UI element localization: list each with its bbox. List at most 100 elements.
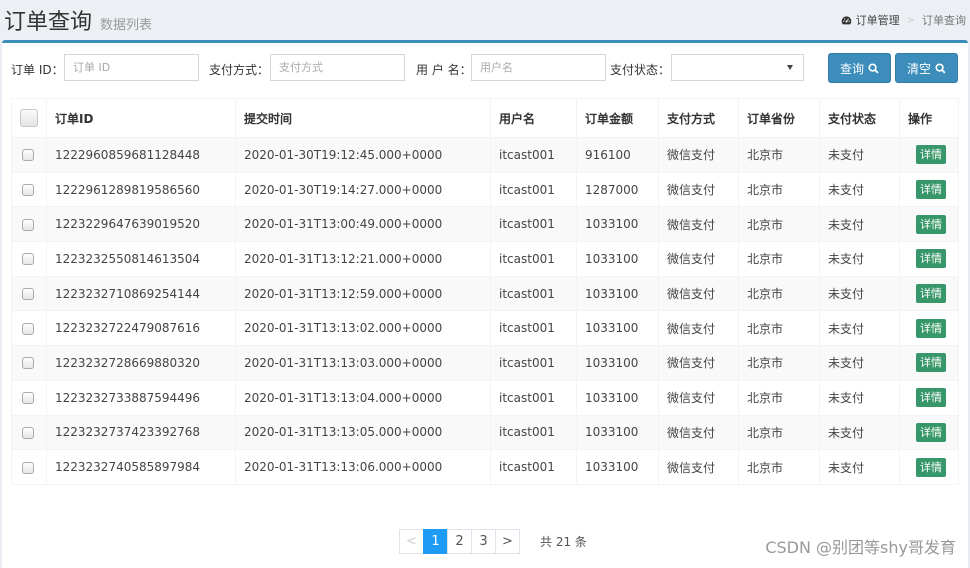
- detail-button[interactable]: 详情: [916, 145, 946, 165]
- row-checkbox[interactable]: [22, 461, 34, 474]
- column-header-order-id[interactable]: 订单ID: [46, 98, 236, 138]
- select-all-checkbox[interactable]: [20, 109, 38, 127]
- table-row[interactable]: 1223232733887594496 2020-01-31T13:13:04.0…: [11, 379, 959, 416]
- row-select-cell: [11, 414, 47, 451]
- actions-cell: 详情: [899, 275, 959, 312]
- amount-cell: 1033100: [576, 379, 659, 416]
- detail-button[interactable]: 详情: [916, 318, 946, 338]
- pay-status-cell: 未支付: [819, 275, 900, 312]
- amount-cell: 1033100: [576, 241, 659, 277]
- dashboard-icon: [841, 15, 851, 24]
- province-cell: 北京市: [738, 275, 820, 312]
- pagination: < 1 2 3 > 共 21 条: [399, 529, 587, 554]
- column-header-pay-method[interactable]: 支付方式: [658, 98, 739, 138]
- detail-button[interactable]: 详情: [916, 388, 946, 408]
- column-header-submit-time[interactable]: 提交时间: [235, 98, 491, 138]
- table-row[interactable]: 1223232737423392768 2020-01-31T13:13:05.0…: [11, 414, 959, 451]
- pay-status-cell: 未支付: [819, 310, 900, 347]
- province-cell: 北京市: [738, 414, 820, 451]
- province-cell: 北京市: [738, 206, 820, 243]
- select-all-cell: [11, 98, 47, 138]
- column-header-username[interactable]: 用户名: [490, 98, 577, 138]
- search-button-label: 查询: [839, 61, 864, 76]
- breadcrumb-order-query: 订单查询: [922, 14, 966, 27]
- actions-cell: 详情: [899, 379, 959, 416]
- table-row[interactable]: 1223232722479087616 2020-01-31T13:13:02.0…: [11, 310, 959, 347]
- amount-cell: 1033100: [576, 310, 659, 347]
- pagination-page-2[interactable]: 2: [447, 529, 472, 554]
- detail-button[interactable]: 详情: [916, 249, 946, 269]
- pagination-prev[interactable]: <: [399, 529, 424, 554]
- pagination-total: 共 21 条: [540, 535, 587, 549]
- province-cell: 北京市: [738, 241, 820, 277]
- actions-cell: 详情: [899, 137, 959, 173]
- province-cell: 北京市: [738, 379, 820, 416]
- pay-method-cell: 微信支付: [658, 275, 739, 312]
- clear-button-label: 清空: [906, 61, 931, 76]
- pay-method-cell: 微信支付: [658, 449, 739, 485]
- table-row[interactable]: 1222961289819586560 2020-01-30T19:14:27.0…: [11, 171, 959, 208]
- username-input[interactable]: [471, 54, 606, 81]
- submit-time-cell: 2020-01-31T13:12:59.000+0000: [235, 275, 491, 312]
- row-select-cell: [11, 241, 47, 277]
- column-header-pay-status[interactable]: 支付状态: [819, 98, 900, 138]
- order-id-label: 订单 ID：: [11, 63, 64, 77]
- detail-button[interactable]: 详情: [916, 180, 946, 200]
- table-row[interactable]: 1222960859681128448 2020-01-30T19:12:45.0…: [11, 137, 959, 173]
- row-checkbox[interactable]: [22, 322, 34, 335]
- pay-method-input[interactable]: [270, 54, 405, 81]
- filter-form: 订单 ID： 支付方式： 用 户 名： 支付状态： 查询 清空: [2, 53, 968, 83]
- username-label: 用 户 名：: [416, 63, 472, 77]
- actions-cell: 详情: [899, 241, 959, 277]
- column-header-actions: 操作: [899, 98, 959, 138]
- row-checkbox[interactable]: [22, 426, 34, 439]
- amount-cell: 1033100: [576, 345, 659, 381]
- search-icon: [868, 62, 879, 74]
- search-button[interactable]: 查询: [828, 53, 891, 83]
- row-checkbox[interactable]: [22, 288, 34, 301]
- submit-time-cell: 2020-01-31T13:13:05.000+0000: [235, 414, 491, 451]
- row-select-cell: [11, 275, 47, 312]
- table-row[interactable]: 1223232710869254144 2020-01-31T13:12:59.0…: [11, 275, 959, 312]
- pay-method-cell: 微信支付: [658, 137, 739, 173]
- pagination-page-1[interactable]: 1: [423, 529, 448, 554]
- detail-button[interactable]: 详情: [916, 457, 946, 477]
- username-cell: itcast001: [490, 345, 577, 381]
- table-row[interactable]: 1223229647639019520 2020-01-31T13:00:49.0…: [11, 206, 959, 243]
- column-header-amount[interactable]: 订单金额: [576, 98, 659, 138]
- clear-button[interactable]: 清空: [895, 53, 958, 83]
- orders-table: 订单ID 提交时间 用户名 订单金额 支付方式 订单省份 支付状态 操作 122…: [11, 98, 959, 485]
- order-id-input[interactable]: [64, 54, 199, 81]
- table-row[interactable]: 1223232740585897984 2020-01-31T13:13:06.0…: [11, 449, 959, 485]
- pay-method-cell: 微信支付: [658, 379, 739, 416]
- username-cell: itcast001: [490, 449, 577, 485]
- username-cell: itcast001: [490, 171, 577, 208]
- row-checkbox[interactable]: [22, 218, 34, 231]
- row-checkbox[interactable]: [22, 357, 34, 370]
- pagination-page-3[interactable]: 3: [471, 529, 496, 554]
- row-select-cell: [11, 310, 47, 347]
- detail-button[interactable]: 详情: [916, 422, 946, 442]
- province-cell: 北京市: [738, 345, 820, 381]
- caret-down-icon: [787, 65, 793, 70]
- order-id-cell: 1223232733887594496: [46, 379, 236, 416]
- detail-button[interactable]: 详情: [916, 353, 946, 373]
- pagination-next[interactable]: >: [495, 529, 520, 554]
- row-checkbox[interactable]: [22, 253, 34, 266]
- username-cell: itcast001: [490, 275, 577, 312]
- row-checkbox[interactable]: [22, 392, 34, 405]
- table-row[interactable]: 1223232728669880320 2020-01-31T13:13:03.0…: [11, 345, 959, 381]
- content-box: 订单 ID： 支付方式： 用 户 名： 支付状态： 查询 清空 订单ID 提交时…: [2, 40, 968, 568]
- pay-method-cell: 微信支付: [658, 171, 739, 208]
- order-id-cell: 1222961289819586560: [46, 171, 236, 208]
- order-id-cell: 1223232550814613504: [46, 241, 236, 277]
- row-checkbox[interactable]: [22, 149, 34, 162]
- breadcrumb-order-management[interactable]: 订单管理: [856, 12, 900, 28]
- detail-button[interactable]: 详情: [916, 214, 946, 234]
- pay-status-select[interactable]: [671, 54, 804, 81]
- table-row[interactable]: 1223232550814613504 2020-01-31T13:12:21.0…: [11, 241, 959, 277]
- column-header-province[interactable]: 订单省份: [738, 98, 820, 138]
- username-cell: itcast001: [490, 137, 577, 173]
- row-checkbox[interactable]: [22, 184, 34, 197]
- detail-button[interactable]: 详情: [916, 284, 946, 304]
